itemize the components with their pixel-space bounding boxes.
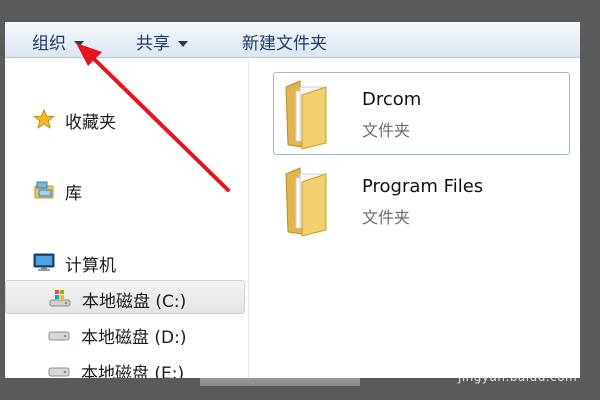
drive-icon [48,367,70,377]
nav-label-favorites: 收藏夹 [65,113,116,133]
share-label: 共享 [136,34,170,54]
library-icon [34,181,54,199]
nav-label-drive-e: 本地磁盘 (E:) [81,364,185,378]
file-item-program-files[interactable]: Program Files 文件夹 [273,159,570,242]
folder-icon [285,167,327,237]
nav-label-libraries: 库 [65,184,82,204]
file-item-drcom[interactable]: Drcom 文件夹 [273,72,570,155]
nav-item-drive-c[interactable]: 本地磁盘 (C:) [5,280,245,314]
new-folder-button[interactable]: 新建文件夹 [242,29,327,54]
windows-drive-icon [49,290,71,307]
folder-icon [285,80,327,150]
chevron-down-icon [178,41,188,47]
nav-label-drive-d: 本地磁盘 (D:) [81,328,187,348]
file-name: Drcom [362,89,422,110]
file-type: 文件夹 [362,121,411,140]
drive-icon [48,331,70,341]
nav-label-computer: 计算机 [65,256,116,276]
explorer-window: 组织 共享 新建文件夹 收藏夹 库 计算机 本地磁盘 (C:) 本地磁盘 (D:… [5,22,580,378]
organize-label: 组织 [32,34,66,54]
file-name: Program Files [362,176,484,197]
share-button[interactable]: 共享 [136,29,188,54]
star-icon [33,109,55,129]
nav-item-computer[interactable]: 计算机 [5,245,245,279]
new-folder-label: 新建文件夹 [242,34,327,54]
computer-icon [33,253,55,271]
file-list: Drcom 文件夹 Program Files 文件夹 [250,59,580,378]
nav-item-libraries[interactable]: 库 [5,173,245,207]
nav-item-drive-e[interactable]: 本地磁盘 (E:) [5,353,245,378]
nav-label-drive-c: 本地磁盘 (C:) [82,292,187,312]
file-type: 文件夹 [362,208,411,227]
command-bar: 组织 共享 新建文件夹 [5,22,580,58]
navigation-pane: 收藏夹 库 计算机 本地磁盘 (C:) 本地磁盘 (D:) 本地磁盘 (E:) [5,59,249,378]
chevron-down-icon [74,41,84,47]
nav-item-favorites[interactable]: 收藏夹 [5,102,245,136]
window-edge-shadow [200,378,360,386]
nav-item-drive-d[interactable]: 本地磁盘 (D:) [5,317,245,351]
organize-button[interactable]: 组织 [32,29,84,54]
